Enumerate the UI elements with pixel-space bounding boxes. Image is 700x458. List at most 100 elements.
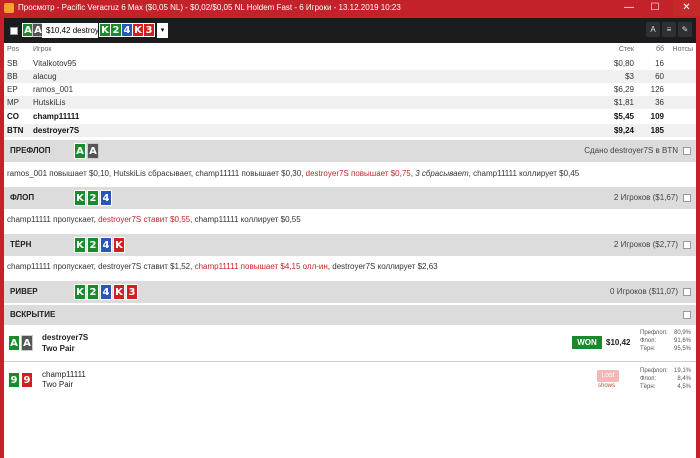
- flop-card-1: K: [74, 190, 86, 206]
- preflop-card-1: A: [74, 143, 86, 159]
- equity-value: 80,9%: [673, 330, 691, 336]
- toolbar-board-card-5: 3: [143, 23, 155, 37]
- stack-header: Стек: [618, 46, 634, 53]
- turn-checkbox[interactable]: [683, 241, 691, 249]
- title-bar: Просмотр - Pacific Veracruz 6 Max ($0,05…: [0, 0, 700, 16]
- divider: [4, 361, 696, 362]
- player-pos: BB: [7, 72, 18, 81]
- flop-checkbox[interactable]: [683, 194, 691, 202]
- turn-actions: champ11111 пропускает, destroyer7S стави…: [7, 262, 438, 271]
- showdown-header: ВСКРЫТИЕ: [4, 305, 696, 325]
- equity-value: 8,4%: [677, 376, 691, 382]
- pos-header: Pos: [7, 46, 20, 53]
- turn-label: ТЁРН: [10, 240, 32, 249]
- player-name: destroyer7S: [33, 126, 80, 135]
- river-card-3: 4: [100, 284, 112, 300]
- showdown-label: ВСКРЫТИЕ: [10, 310, 56, 319]
- winner-hand: Two Pair: [42, 344, 75, 353]
- action-text: champ11111 пропускает,: [7, 215, 99, 224]
- flop-label: ФЛОП: [10, 193, 35, 202]
- shows-label: shows: [598, 383, 616, 389]
- won-badge: WON: [572, 336, 602, 349]
- preflop-card-2: A: [87, 143, 99, 159]
- action-text: , champ11111 коллирует $0,45: [468, 169, 580, 178]
- player-row[interactable]: BB alacug $3 60: [4, 70, 696, 83]
- river-label: РИВЕР: [10, 287, 38, 296]
- equity-label: Тёрн:: [640, 384, 656, 390]
- player-bb: 16: [655, 59, 664, 68]
- equity-value: 91,6%: [673, 338, 691, 344]
- player-stack: $0,80: [613, 59, 634, 68]
- preflop-info: Сдано destroyer7S в BTN: [584, 146, 678, 155]
- showdown-checkbox[interactable]: [683, 311, 691, 319]
- showdown-winner-row: A A destroyer7S Two Pair WON $10,42 Преф…: [4, 326, 696, 360]
- player-row[interactable]: EP ramos_001 $6,29 126: [4, 83, 696, 96]
- player-stack: $1,81: [613, 98, 634, 107]
- action-text: ramos_001 повышает $0,10, HutskiLis сбра…: [7, 169, 306, 178]
- minimize-button[interactable]: —: [618, 0, 640, 16]
- hand-history-panel: Pos Игрок Стек бб Нотсы SB Vitalkotov95 …: [4, 43, 696, 458]
- player-stack: $3: [625, 72, 634, 81]
- maximize-button[interactable]: ☐: [644, 0, 666, 16]
- river-card-2: 2: [87, 284, 99, 300]
- won-amount: $10,42: [606, 338, 631, 347]
- player-pos: BTN: [7, 126, 24, 135]
- action-text-villain: champ11111 повышает $4,15 олл-ин: [194, 262, 328, 271]
- loser-card-1: 9: [8, 372, 20, 388]
- player-name: HutskiLis: [33, 98, 66, 107]
- turn-card-3: 4: [100, 237, 112, 253]
- player-row[interactable]: SB Vitalkotov95 $0,80 16: [4, 57, 696, 70]
- winner-card-2: A: [21, 335, 33, 351]
- river-card-1: K: [74, 284, 86, 300]
- turn-card-1: K: [74, 237, 86, 253]
- preflop-header: ПРЕФЛОП A A Сдано destroyer7S в BTN: [4, 140, 696, 162]
- toolbar-checkbox[interactable]: [10, 27, 18, 35]
- player-row[interactable]: CO champ11111 $5,45 109: [4, 110, 696, 123]
- flop-card-2: 2: [87, 190, 99, 206]
- action-text-hero: destroyer7S повышает $0,75: [305, 169, 411, 178]
- player-name: ramos_001: [33, 85, 74, 94]
- font-size-icon[interactable]: A: [646, 22, 660, 37]
- hero-select-dropdown-icon[interactable]: ▾: [157, 23, 168, 38]
- turn-card-2: 2: [87, 237, 99, 253]
- window-title: Просмотр - Pacific Veracruz 6 Max ($0,05…: [18, 3, 401, 12]
- winner-card-1: A: [8, 335, 20, 351]
- player-pos: SB: [7, 59, 18, 68]
- loser-hand: Two Pair: [42, 380, 74, 389]
- showdown-loser-row: 9 9 champ11111 Two Pair Lost shows Префл…: [4, 365, 696, 399]
- equity-label: Флоп:: [640, 338, 657, 344]
- turn-header: ТЁРН K 2 4 K 2 Игроков ($2,77): [4, 234, 696, 256]
- player-bb: 109: [650, 112, 664, 121]
- replayer-window: Просмотр - Pacific Veracruz 6 Max ($0,05…: [0, 0, 700, 458]
- river-info: 0 Игроков ($11,07): [610, 287, 678, 296]
- equity-label: Тёрн:: [640, 346, 656, 352]
- river-header: РИВЕР K 2 4 K 3 0 Игроков ($11,07): [4, 281, 696, 303]
- list-icon[interactable]: ≡: [662, 22, 676, 37]
- flop-card-3: 4: [100, 190, 112, 206]
- action-text-hero: destroyer7S ставит $0,55: [98, 215, 191, 224]
- equity-value: 4,5%: [677, 384, 691, 390]
- action-text: champ11111 пропускает, destroyer7S стави…: [7, 262, 195, 271]
- preflop-checkbox[interactable]: [683, 147, 691, 155]
- player-row[interactable]: MP HutskiLis $1,81 36: [4, 96, 696, 109]
- winner-name: destroyer7S: [42, 333, 89, 342]
- player-stack: $6,29: [613, 85, 634, 94]
- close-button[interactable]: ✕: [673, 0, 700, 16]
- turn-info: 2 Игроков ($2,77): [613, 240, 678, 249]
- equity-label: Префлоп:: [640, 368, 668, 374]
- equity-value: 95,5%: [673, 346, 691, 352]
- player-row[interactable]: BTN destroyer7S $9,24 185: [4, 124, 696, 137]
- action-text: , destroyer7S коллирует $2,63: [327, 262, 438, 271]
- hero-select[interactable]: $10,42 destroyer7S: [42, 23, 98, 38]
- player-name: champ11111: [33, 112, 80, 121]
- loser-name: champ11111: [42, 370, 86, 379]
- edit-icon[interactable]: ✎: [678, 22, 692, 37]
- preflop-label: ПРЕФЛОП: [10, 146, 51, 155]
- player-stack: $9,24: [613, 126, 634, 135]
- players-header: Pos Игрок Стек бб Нотсы: [4, 43, 696, 56]
- equity-label: Префлоп:: [640, 330, 668, 336]
- player-name: alacug: [33, 72, 57, 81]
- river-checkbox[interactable]: [683, 288, 691, 296]
- preflop-actions: ramos_001 повышает $0,10, HutskiLis сбра…: [7, 169, 579, 178]
- action-text-folds: 3 сбрасывает: [415, 169, 469, 178]
